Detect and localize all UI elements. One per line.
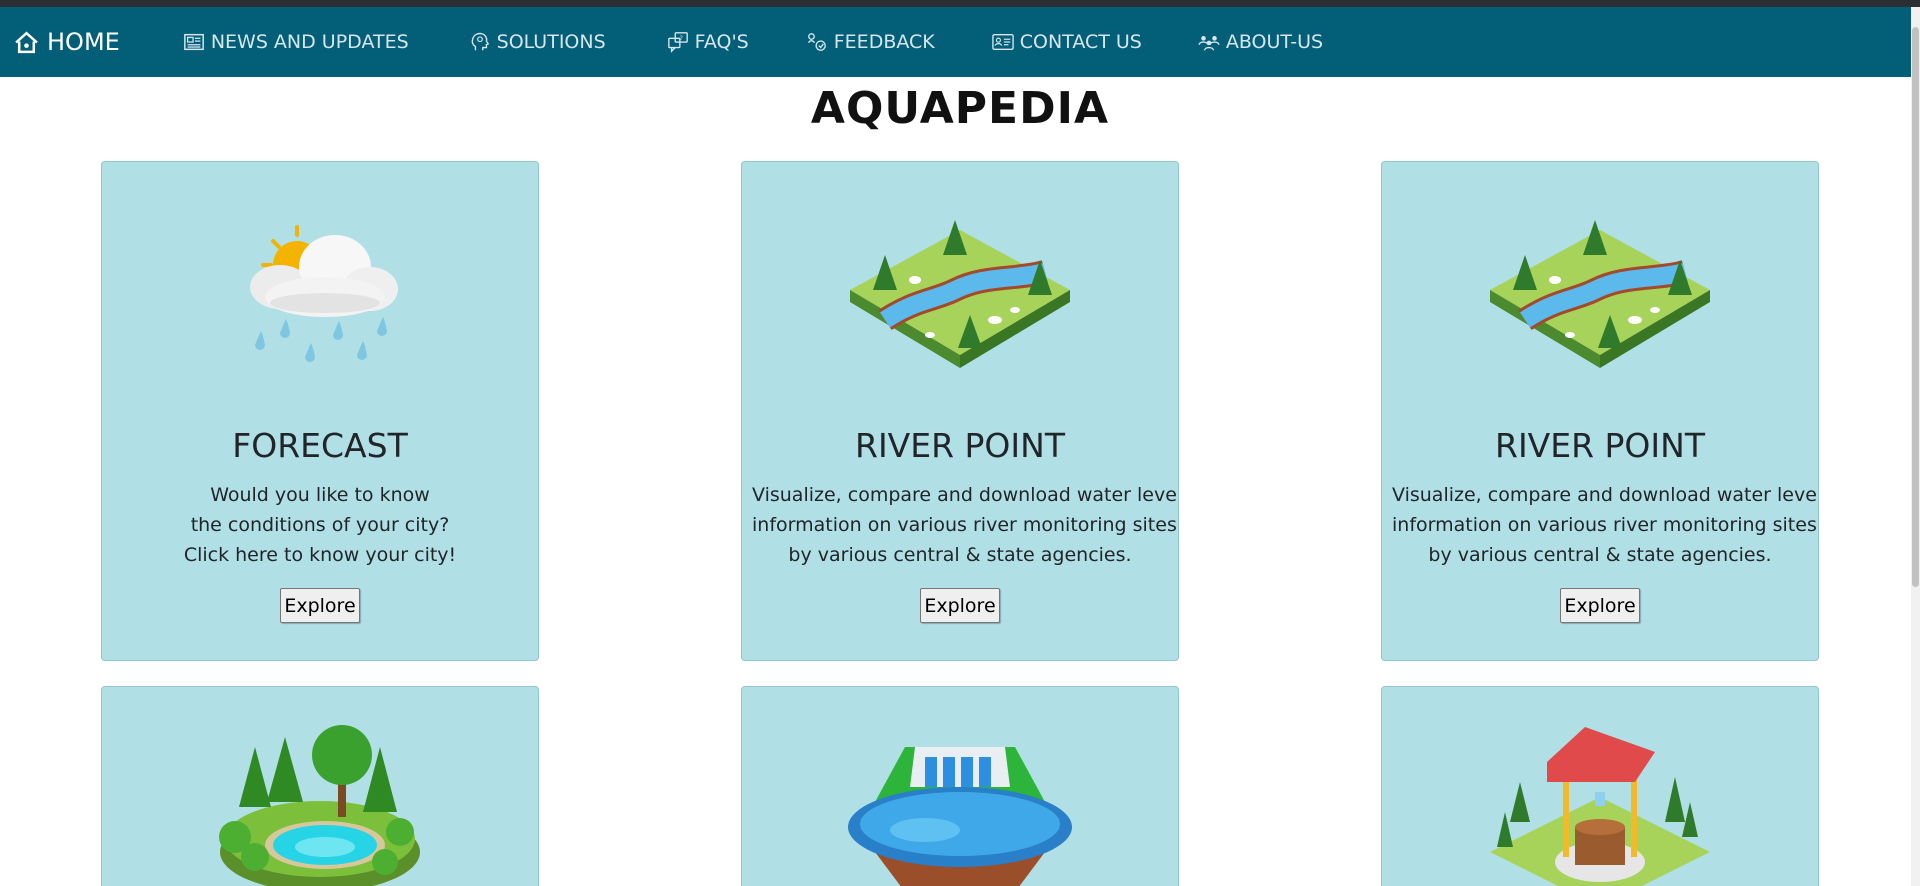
svg-text:?: ? bbox=[679, 34, 682, 42]
dam-reservoir-icon bbox=[742, 742, 1178, 886]
card-description-line: the conditions of your city? bbox=[190, 514, 450, 536]
contact-card-icon bbox=[991, 31, 1014, 53]
chat-bubbles-icon: ? bbox=[667, 31, 689, 53]
nav-about-label: ABOUT-US bbox=[1225, 31, 1324, 53]
nav-solutions[interactable]: SOLUTIONS bbox=[469, 31, 606, 53]
newspaper-icon bbox=[183, 31, 205, 53]
nav-contact-us[interactable]: CONTACT US bbox=[991, 31, 1142, 53]
card-description-line: by various central & state agencies. bbox=[1428, 544, 1772, 566]
nav-news-and-updates[interactable]: NEWS AND UPDATES bbox=[183, 31, 409, 53]
scrollbar-thumb[interactable] bbox=[1912, 27, 1919, 587]
nav-about-us[interactable]: ABOUT-US bbox=[1198, 31, 1323, 53]
pond-forest-icon bbox=[102, 717, 538, 886]
nav-faqs-label: FAQ'S bbox=[694, 31, 749, 53]
nav-solutions-label: SOLUTIONS bbox=[496, 31, 606, 53]
nav-home[interactable]: HOME bbox=[14, 28, 120, 56]
window-top-strip bbox=[0, 0, 1920, 7]
explore-button[interactable]: Explore bbox=[920, 588, 1000, 623]
card-title: RIVER POINT bbox=[855, 426, 1065, 465]
river-landscape-icon bbox=[1382, 220, 1818, 380]
card-river-point: RIVER POINT Visualize, compare and downl… bbox=[1381, 161, 1819, 661]
home-icon bbox=[14, 30, 39, 55]
nav-faqs[interactable]: ? FAQ'S bbox=[667, 31, 749, 53]
card-title: RIVER POINT bbox=[1495, 426, 1705, 465]
vertical-scrollbar[interactable] bbox=[1911, 7, 1920, 886]
card-description-line: information on various river monitoring … bbox=[752, 514, 1177, 536]
nav-contact-label: CONTACT US bbox=[1019, 31, 1142, 53]
lightbulb-head-icon bbox=[469, 31, 491, 53]
card-description-line: by various central & state agencies. bbox=[788, 544, 1132, 566]
card-description-line: Click here to know your city! bbox=[183, 544, 457, 566]
card-description-line: Would you like to know bbox=[210, 484, 430, 506]
nav-feedback-label: FEEDBACK bbox=[833, 31, 935, 53]
river-landscape-icon bbox=[742, 220, 1178, 380]
card-description: Visualize, compare and download water le… bbox=[752, 480, 1179, 570]
card-river-point: RIVER POINT Visualize, compare and downl… bbox=[741, 161, 1179, 661]
team-icon bbox=[1198, 31, 1220, 53]
nav-feedback[interactable]: FEEDBACK bbox=[806, 31, 935, 53]
card-description-line: Visualize, compare and download water le… bbox=[1392, 484, 1819, 506]
water-well-icon bbox=[1382, 722, 1818, 886]
feedback-icon bbox=[806, 31, 828, 53]
page-title: AQUAPEDIA bbox=[810, 83, 1110, 134]
card-forecast: FORECAST Would you like to know the cond… bbox=[101, 161, 539, 661]
card-description: Would you like to know the conditions of… bbox=[112, 480, 528, 570]
nav-home-label: HOME bbox=[47, 28, 120, 56]
card-description-line: Visualize, compare and download water le… bbox=[752, 484, 1179, 506]
card-well bbox=[1381, 686, 1819, 886]
explore-button[interactable]: Explore bbox=[280, 588, 360, 623]
explore-button[interactable]: Explore bbox=[1560, 588, 1640, 623]
card-title: FORECAST bbox=[232, 426, 408, 465]
sun-cloud-rain-icon bbox=[102, 217, 538, 377]
card-description-line: information on various river monitoring … bbox=[1392, 514, 1817, 536]
card-dam bbox=[741, 686, 1179, 886]
top-navbar: HOME NEWS AND UPDATES SOLUTIONS ? FAQ'S … bbox=[0, 7, 1920, 77]
card-description: Visualize, compare and download water le… bbox=[1392, 480, 1819, 570]
card-pond bbox=[101, 686, 539, 886]
nav-news-label: NEWS AND UPDATES bbox=[210, 31, 409, 53]
